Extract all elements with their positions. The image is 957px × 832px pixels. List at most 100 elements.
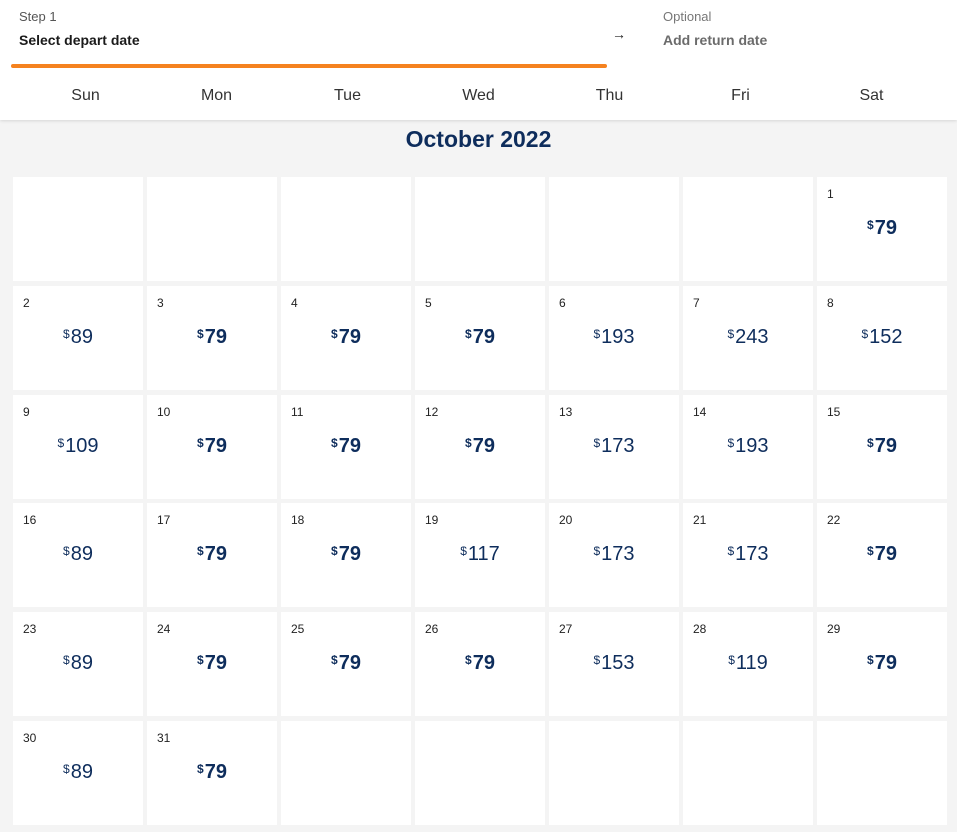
fare-amount: 153 bbox=[601, 652, 635, 675]
day-number: 30 bbox=[23, 730, 37, 745]
day-number: 4 bbox=[291, 295, 298, 310]
currency-symbol: $ bbox=[867, 218, 874, 232]
fare-amount: 79 bbox=[874, 217, 897, 239]
fare-amount: 79 bbox=[874, 434, 897, 457]
day-cell[interactable]: 13 $173 bbox=[549, 394, 679, 499]
currency-symbol: $ bbox=[727, 326, 735, 341]
fare-amount: 79 bbox=[204, 652, 227, 675]
weekday-wed: Wed bbox=[462, 87, 495, 104]
day-cell[interactable]: 7 $243 bbox=[683, 285, 813, 390]
day-cell[interactable]: 26 $79 bbox=[415, 612, 545, 717]
depart-date-step[interactable]: Step 1 Select depart date bbox=[19, 9, 140, 49]
fare-amount: 243 bbox=[735, 325, 769, 348]
day-cell[interactable]: 12 $79 bbox=[415, 394, 545, 499]
day-cell[interactable]: 18 $79 bbox=[281, 503, 411, 608]
day-cell[interactable]: 25 $79 bbox=[281, 612, 411, 717]
currency-symbol: $ bbox=[331, 544, 338, 559]
day-cell[interactable]: 2 $89 bbox=[13, 285, 143, 390]
currency-symbol: $ bbox=[465, 653, 472, 668]
day-cell[interactable]: 15 $79 bbox=[817, 394, 947, 499]
currency-symbol: $ bbox=[465, 435, 472, 450]
step1-label: Step 1 bbox=[19, 9, 57, 24]
currency-symbol: $ bbox=[63, 544, 70, 559]
day-number: 16 bbox=[23, 513, 37, 528]
day-cell[interactable]: 27 $153 bbox=[549, 612, 679, 717]
fare-price: $173 bbox=[683, 541, 813, 564]
day-number: 11 bbox=[291, 404, 304, 419]
day-cell[interactable]: 4 $79 bbox=[281, 285, 411, 390]
fare-amount: 79 bbox=[472, 434, 495, 457]
currency-symbol: $ bbox=[331, 326, 338, 341]
day-cell[interactable]: 16 $89 bbox=[13, 503, 143, 608]
weekday-thu: Thu bbox=[595, 87, 624, 104]
day-cell[interactable]: 28 $119 bbox=[683, 612, 813, 717]
fare-price: $173 bbox=[549, 541, 679, 564]
currency-symbol: $ bbox=[331, 435, 338, 450]
day-number: 17 bbox=[157, 513, 171, 528]
day-cell[interactable]: 6 $193 bbox=[549, 285, 679, 390]
day-cell[interactable]: 9 $109 bbox=[13, 394, 143, 499]
currency-symbol: $ bbox=[197, 653, 204, 668]
day-cell[interactable]: 14 $193 bbox=[683, 394, 813, 499]
day-cell[interactable]: 5 $79 bbox=[415, 285, 545, 390]
currency-symbol: $ bbox=[460, 544, 467, 559]
day-cell[interactable]: 17 $79 bbox=[147, 503, 277, 608]
day-number: 9 bbox=[23, 404, 30, 419]
day-number: 21 bbox=[693, 513, 707, 528]
day-cell[interactable]: 3 $79 bbox=[147, 285, 277, 390]
day-cell[interactable]: 10 $79 bbox=[147, 394, 277, 499]
fare-price: $79 bbox=[415, 433, 545, 456]
fare-amount: 193 bbox=[601, 325, 635, 348]
fare-price: $79 bbox=[415, 324, 545, 347]
day-cell[interactable]: 29 $79 bbox=[817, 612, 947, 717]
day-number: 18 bbox=[291, 513, 305, 528]
day-number: 31 bbox=[157, 730, 171, 745]
day-cell[interactable]: 21 $173 bbox=[683, 503, 813, 608]
day-cell[interactable]: 8 $152 bbox=[817, 285, 947, 390]
fare-amount: 79 bbox=[338, 434, 361, 457]
day-cell[interactable]: 1 $79 bbox=[817, 177, 947, 281]
currency-symbol: $ bbox=[727, 544, 735, 559]
currency-symbol: $ bbox=[465, 326, 472, 341]
weekday-mon: Mon bbox=[200, 87, 233, 104]
day-cell[interactable]: 31 $79 bbox=[147, 720, 277, 825]
day-number: 13 bbox=[559, 404, 573, 419]
fare-price: $89 bbox=[13, 650, 143, 673]
day-number: 6 bbox=[559, 295, 566, 310]
currency-symbol: $ bbox=[728, 653, 735, 668]
day-number: 28 bbox=[693, 622, 707, 637]
day-number: 7 bbox=[693, 295, 700, 310]
day-number: 19 bbox=[425, 513, 439, 528]
empty-day-cell bbox=[817, 720, 947, 825]
day-number: 25 bbox=[291, 622, 305, 637]
day-number: 29 bbox=[827, 622, 841, 637]
day-cell[interactable]: 11 $79 bbox=[281, 394, 411, 499]
weekday-sun: Sun bbox=[71, 87, 100, 104]
fare-amount: 79 bbox=[472, 652, 495, 675]
day-cell[interactable]: 20 $173 bbox=[549, 503, 679, 608]
empty-day-cell bbox=[549, 177, 679, 281]
fare-amount: 117 bbox=[467, 543, 500, 566]
currency-symbol: $ bbox=[197, 326, 204, 341]
fare-price: $79 bbox=[817, 215, 947, 238]
fare-price: $79 bbox=[147, 650, 277, 673]
day-number: 26 bbox=[425, 622, 439, 637]
fare-price: $79 bbox=[281, 324, 411, 347]
day-cell[interactable]: 24 $79 bbox=[147, 612, 277, 717]
fare-amount: 79 bbox=[472, 325, 495, 348]
day-number: 1 bbox=[827, 187, 834, 201]
calendar-grid: 1 $79 2 $89 3 $79 4 $79 5 $79 6 $193 7 $243 8 $152 9 $109… bbox=[13, 177, 947, 825]
fare-price: $79 bbox=[281, 650, 411, 673]
day-cell[interactable]: 30 $89 bbox=[13, 720, 143, 825]
day-cell[interactable]: 22 $79 bbox=[817, 503, 947, 608]
currency-symbol: $ bbox=[593, 326, 601, 341]
fare-amount: 119 bbox=[735, 652, 768, 675]
fare-price: $117 bbox=[415, 541, 545, 564]
day-cell[interactable]: 19 $117 bbox=[415, 503, 545, 608]
return-date-step[interactable]: Optional Add return date bbox=[663, 9, 767, 49]
day-cell[interactable]: 23 $89 bbox=[13, 612, 143, 717]
fare-amount: 89 bbox=[70, 652, 93, 675]
empty-day-cell bbox=[549, 720, 679, 825]
currency-symbol: $ bbox=[63, 326, 70, 341]
currency-symbol: $ bbox=[593, 653, 601, 668]
